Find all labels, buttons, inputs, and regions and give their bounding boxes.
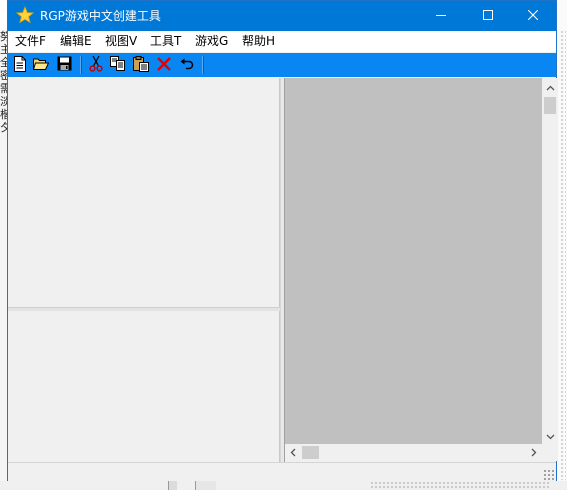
delete-button[interactable]	[155, 56, 173, 74]
main-window: RGP游戏中文创建工具 文件F 编辑E 视图V 工具T 游戏G 帮助H	[7, 0, 558, 481]
toolbar	[8, 53, 556, 77]
vertical-scrollbar[interactable]	[542, 78, 558, 444]
open-button[interactable]	[32, 56, 50, 74]
map-canvas[interactable]	[285, 78, 542, 444]
title-bar[interactable]: RGP游戏中文创建工具	[8, 1, 556, 31]
cut-icon	[89, 55, 103, 75]
background-window-bottom-edge	[0, 481, 567, 490]
status-bar	[8, 462, 556, 481]
minimize-icon	[436, 9, 446, 23]
menu-edit[interactable]: 编辑E	[60, 34, 92, 49]
background-panel	[168, 481, 177, 490]
left-top-pane[interactable]	[8, 78, 280, 307]
window-title: RGP游戏中文创建工具	[40, 9, 161, 23]
scroll-right-button[interactable]	[526, 444, 542, 461]
chevron-down-icon	[546, 429, 555, 443]
chevron-up-icon	[546, 80, 555, 94]
undo-icon	[180, 58, 194, 73]
left-bottom-pane[interactable]	[8, 311, 280, 462]
menu-help[interactable]: 帮助H	[242, 34, 275, 49]
menu-bar: 文件F 编辑E 视图V 工具T 游戏G 帮助H	[8, 31, 556, 52]
save-icon	[57, 56, 72, 74]
chevron-left-icon	[290, 446, 296, 460]
background-dot-grid	[560, 30, 566, 480]
open-folder-icon	[32, 57, 50, 74]
menu-game[interactable]: 游戏G	[195, 34, 228, 49]
vertical-scroll-thumb[interactable]	[544, 97, 556, 114]
toolbar-separator	[80, 56, 82, 74]
scroll-down-button[interactable]	[542, 427, 558, 444]
toolbar-separator	[202, 56, 204, 74]
copy-icon	[110, 56, 126, 74]
horizontal-scroll-thumb[interactable]	[302, 446, 319, 459]
scroll-up-button[interactable]	[542, 78, 558, 95]
maximize-icon	[483, 9, 493, 23]
chevron-right-icon	[531, 446, 537, 460]
resize-grip-icon[interactable]	[543, 469, 554, 480]
background-panel	[195, 481, 216, 490]
client-area	[8, 78, 558, 462]
star-icon	[15, 5, 35, 24]
minimize-button[interactable]	[418, 1, 464, 31]
new-file-icon	[13, 55, 27, 75]
scroll-left-button[interactable]	[285, 444, 301, 461]
background-dot-grid	[370, 481, 550, 490]
copy-button[interactable]	[109, 56, 127, 74]
paste-icon	[133, 55, 149, 75]
scrollbar-corner	[542, 444, 558, 461]
cut-button[interactable]	[87, 55, 105, 75]
new-button[interactable]	[11, 55, 29, 75]
maximize-button[interactable]	[465, 1, 511, 31]
undo-button[interactable]	[178, 56, 196, 74]
close-button[interactable]	[510, 1, 556, 31]
horizontal-scrollbar[interactable]	[285, 444, 542, 461]
menu-tools[interactable]: 工具T	[150, 34, 181, 49]
delete-icon	[157, 56, 171, 74]
menu-file[interactable]: 文件F	[15, 34, 46, 49]
close-icon	[527, 9, 539, 23]
save-button[interactable]	[55, 56, 73, 74]
paste-button[interactable]	[132, 55, 150, 75]
menu-view[interactable]: 视图V	[105, 34, 137, 49]
